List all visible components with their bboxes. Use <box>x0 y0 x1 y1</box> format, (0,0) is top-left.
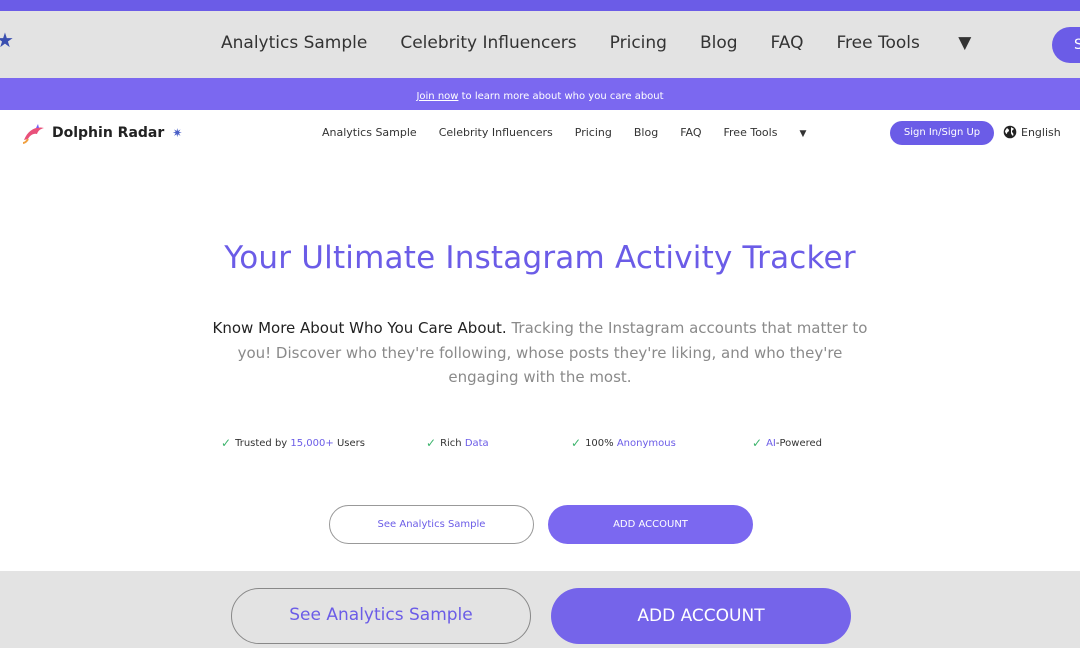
feature-highlight: Anonymous <box>616 437 676 449</box>
background-nav-item: Blog <box>699 33 738 53</box>
background-add-account-button: ADD ACCOUNT <box>551 588 851 644</box>
caret-down-icon: ▼ <box>958 33 972 53</box>
site-header: Dolphin Radar ✷ Analytics Sample Celebri… <box>0 110 1080 156</box>
language-label: English <box>1021 125 1061 139</box>
check-icon: ✓ <box>571 436 582 450</box>
background-bottom-band <box>0 571 1080 648</box>
logo[interactable]: Dolphin Radar ✷ <box>22 122 182 144</box>
hero-description: Know More About Who You Care About. Trac… <box>205 316 875 390</box>
feature-highlight: 15,000+ <box>290 437 334 449</box>
background-nav-item: FAQ <box>770 33 804 53</box>
check-icon: ✓ <box>426 436 437 450</box>
join-now-link[interactable]: Join now <box>416 91 458 102</box>
background-signin-button: S <box>1052 27 1080 63</box>
feature-anonymous: ✓ 100% Anonymous <box>571 436 676 450</box>
feature-post: -Powered <box>775 437 822 449</box>
nav-pricing[interactable]: Pricing <box>575 126 612 139</box>
feature-ai-powered: ✓ AI-Powered <box>752 436 822 450</box>
background-nav-item-label: Free Tools <box>836 33 920 53</box>
caret-down-icon: ▼ <box>799 129 807 139</box>
background-nav-item: Free Tools ▼ <box>836 33 1004 53</box>
background-nav-item: Celebrity Influencers <box>400 33 577 53</box>
feature-rich-data: ✓ Rich Data <box>426 436 489 450</box>
check-icon: ✓ <box>752 436 763 450</box>
background-see-sample-button: See Analytics Sample <box>231 588 531 644</box>
background-nav-item: Analytics Sample <box>221 33 368 53</box>
signin-button[interactable]: Sign In/Sign Up <box>890 121 994 145</box>
background-nav-item: Pricing <box>609 33 667 53</box>
feature-pre: Rich <box>440 437 465 449</box>
feature-text: 100% Anonymous <box>585 438 676 449</box>
feature-highlight: Data <box>464 437 489 449</box>
logo-text: Dolphin Radar <box>52 125 165 141</box>
promo-banner: Join now to learn more about who you car… <box>0 78 1080 110</box>
feature-text: AI-Powered <box>766 438 822 449</box>
banner-text: to learn more about who you care about <box>458 91 664 102</box>
sparkle-star-icon: ✷ <box>172 126 183 140</box>
nav-analytics-sample[interactable]: Analytics Sample <box>322 126 417 139</box>
main-nav: Analytics Sample Celebrity Influencers P… <box>322 126 828 139</box>
feature-post: Users <box>333 437 365 449</box>
background-nav-links: Analytics Sample Celebrity Influencers P… <box>221 33 1004 53</box>
nav-free-tools-label: Free Tools <box>723 126 778 139</box>
hero-title: Your Ultimate Instagram Activity Tracker <box>224 240 856 276</box>
hero-description-lead: Know More About Who You Care About. <box>212 319 507 337</box>
globe-icon <box>1003 125 1017 139</box>
see-analytics-sample-button[interactable]: See Analytics Sample <box>329 505 534 544</box>
nav-celebrity-influencers[interactable]: Celebrity Influencers <box>439 126 553 139</box>
nav-blog[interactable]: Blog <box>634 126 658 139</box>
background-star-icon: ★ <box>0 28 14 52</box>
feature-text: Trusted by 15,000+ Users <box>235 438 365 449</box>
background-top-strip <box>0 0 1080 11</box>
feature-trusted: ✓ Trusted by 15,000+ Users <box>221 436 365 450</box>
nav-faq[interactable]: FAQ <box>680 126 701 139</box>
language-selector[interactable]: English <box>1003 125 1061 139</box>
nav-free-tools[interactable]: Free Tools ▼ <box>724 126 829 139</box>
feature-pre: 100% <box>585 437 617 449</box>
check-icon: ✓ <box>221 436 232 450</box>
feature-list: ✓ Trusted by 15,000+ Users ✓ Rich Data ✓… <box>0 436 1080 452</box>
feature-highlight: AI <box>766 437 776 449</box>
feature-pre: Trusted by <box>235 437 291 449</box>
add-account-button[interactable]: ADD ACCOUNT <box>548 505 753 544</box>
dolphin-logo-icon <box>22 124 44 144</box>
feature-text: Rich Data <box>440 438 489 449</box>
